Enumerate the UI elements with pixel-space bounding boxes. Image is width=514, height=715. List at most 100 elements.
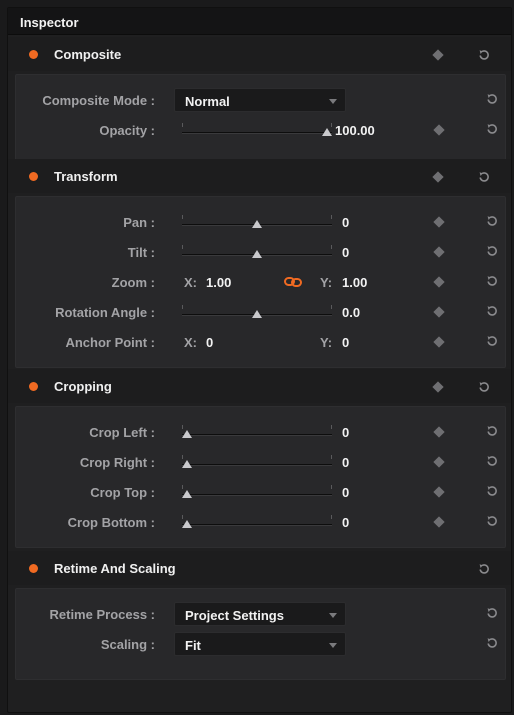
scaling-reset-icon[interactable] xyxy=(485,636,499,650)
zoom-reset-icon[interactable] xyxy=(485,274,499,288)
retime-process-reset-icon[interactable] xyxy=(485,606,499,620)
transform-enable-dot[interactable] xyxy=(29,172,38,181)
anchor-y-value[interactable]: 0 xyxy=(342,335,349,350)
chevron-down-icon xyxy=(329,99,337,104)
section-header-transform[interactable]: Transform xyxy=(8,159,511,193)
transform-body: Pan : 0 Tilt : 0 Zoom : X: 1.00 Y: 1.00 xyxy=(15,196,506,368)
opacity-slider[interactable] xyxy=(182,121,332,141)
tilt-value[interactable]: 0 xyxy=(342,245,349,260)
pan-reset-icon[interactable] xyxy=(485,214,499,228)
rotation-row: Rotation Angle : 0.0 xyxy=(16,301,505,323)
slider-tick xyxy=(331,305,332,309)
slider-tick xyxy=(331,245,332,249)
retime-process-dropdown[interactable]: Project Settings xyxy=(174,602,346,626)
composite-body: Composite Mode : Normal Opacity : 100.00 xyxy=(15,74,506,166)
crop-left-keyframe-icon[interactable] xyxy=(433,426,445,438)
transform-keyframe-icon[interactable] xyxy=(432,171,444,183)
anchor-reset-icon[interactable] xyxy=(485,334,499,348)
crop-bottom-value[interactable]: 0 xyxy=(342,515,349,530)
rotation-keyframe-icon[interactable] xyxy=(433,306,445,318)
transform-reset-icon[interactable] xyxy=(477,170,491,184)
zoom-x-value[interactable]: 1.00 xyxy=(206,275,231,290)
crop-right-row: Crop Right : 0 xyxy=(16,451,505,473)
crop-left-label: Crop Left : xyxy=(89,425,155,440)
composite-mode-dropdown[interactable]: Normal xyxy=(174,88,346,112)
opacity-value[interactable]: 100.00 xyxy=(335,123,375,138)
composite-mode-reset-icon[interactable] xyxy=(485,92,499,106)
zoom-y-value[interactable]: 1.00 xyxy=(342,275,367,290)
section-header-cropping[interactable]: Cropping xyxy=(8,369,511,403)
cropping-body: Crop Left : 0 Crop Right : 0 Crop Top : … xyxy=(15,406,506,548)
rotation-reset-icon[interactable] xyxy=(485,304,499,318)
crop-bottom-reset-icon[interactable] xyxy=(485,514,499,528)
crop-bottom-slider[interactable] xyxy=(182,513,332,533)
slider-thumb[interactable] xyxy=(182,430,192,438)
crop-top-value[interactable]: 0 xyxy=(342,485,349,500)
crop-top-label: Crop Top : xyxy=(90,485,155,500)
slider-thumb[interactable] xyxy=(182,520,192,528)
crop-left-value[interactable]: 0 xyxy=(342,425,349,440)
crop-right-keyframe-icon[interactable] xyxy=(433,456,445,468)
slider-thumb[interactable] xyxy=(252,310,262,318)
retime-process-label: Retime Process : xyxy=(49,607,156,622)
composite-mode-value: Normal xyxy=(185,94,230,109)
crop-right-reset-icon[interactable] xyxy=(485,454,499,468)
crop-top-keyframe-icon[interactable] xyxy=(433,486,445,498)
crop-top-reset-icon[interactable] xyxy=(485,484,499,498)
section-header-retime[interactable]: Retime And Scaling xyxy=(8,551,511,585)
anchor-keyframe-icon[interactable] xyxy=(433,336,445,348)
cropping-reset-icon[interactable] xyxy=(477,380,491,394)
slider-tick xyxy=(331,123,332,127)
composite-enable-dot[interactable] xyxy=(29,50,38,59)
tilt-label: Tilt : xyxy=(127,245,155,260)
opacity-reset-icon[interactable] xyxy=(485,122,499,136)
pan-value[interactable]: 0 xyxy=(342,215,349,230)
rotation-slider[interactable] xyxy=(182,303,332,323)
crop-bottom-keyframe-icon[interactable] xyxy=(433,516,445,528)
composite-reset-icon[interactable] xyxy=(477,48,491,62)
opacity-row: Opacity : 100.00 xyxy=(16,119,505,141)
opacity-keyframe-icon[interactable] xyxy=(433,124,445,136)
crop-left-reset-icon[interactable] xyxy=(485,424,499,438)
slider-thumb[interactable] xyxy=(252,220,262,228)
link-icon[interactable] xyxy=(284,276,302,288)
cropping-keyframe-icon[interactable] xyxy=(432,381,444,393)
crop-right-slider[interactable] xyxy=(182,453,332,473)
pan-keyframe-icon[interactable] xyxy=(433,216,445,228)
crop-top-row: Crop Top : 0 xyxy=(16,481,505,503)
retime-enable-dot[interactable] xyxy=(29,564,38,573)
slider-tick xyxy=(182,215,183,219)
anchor-y-label: Y: xyxy=(320,335,333,350)
tilt-slider[interactable] xyxy=(182,243,332,263)
slider-thumb[interactable] xyxy=(322,128,332,136)
transform-title: Transform xyxy=(54,169,118,184)
tilt-keyframe-icon[interactable] xyxy=(433,246,445,258)
scaling-dropdown[interactable]: Fit xyxy=(174,632,346,656)
slider-tick xyxy=(331,515,332,519)
slider-thumb[interactable] xyxy=(182,490,192,498)
retime-process-value: Project Settings xyxy=(185,608,284,623)
rotation-value[interactable]: 0.0 xyxy=(342,305,360,320)
crop-right-value[interactable]: 0 xyxy=(342,455,349,470)
pan-slider[interactable] xyxy=(182,213,332,233)
slider-thumb[interactable] xyxy=(182,460,192,468)
slider-tick xyxy=(182,245,183,249)
slider-thumb[interactable] xyxy=(252,250,262,258)
crop-top-slider[interactable] xyxy=(182,483,332,503)
slider-track xyxy=(182,464,332,466)
scaling-value: Fit xyxy=(185,638,201,653)
pan-label: Pan : xyxy=(123,215,155,230)
zoom-row: Zoom : X: 1.00 Y: 1.00 xyxy=(16,271,505,293)
composite-keyframe-icon[interactable] xyxy=(432,49,444,61)
crop-right-label: Crop Right : xyxy=(79,455,155,470)
retime-reset-icon[interactable] xyxy=(477,562,491,576)
crop-left-slider[interactable] xyxy=(182,423,332,443)
tilt-reset-icon[interactable] xyxy=(485,244,499,258)
anchor-x-value[interactable]: 0 xyxy=(206,335,213,350)
slider-tick xyxy=(331,455,332,459)
section-header-composite[interactable]: Composite xyxy=(8,37,511,71)
anchor-x-label: X: xyxy=(184,335,197,350)
zoom-keyframe-icon[interactable] xyxy=(433,276,445,288)
cropping-enable-dot[interactable] xyxy=(29,382,38,391)
anchor-label: Anchor Point : xyxy=(65,335,155,350)
